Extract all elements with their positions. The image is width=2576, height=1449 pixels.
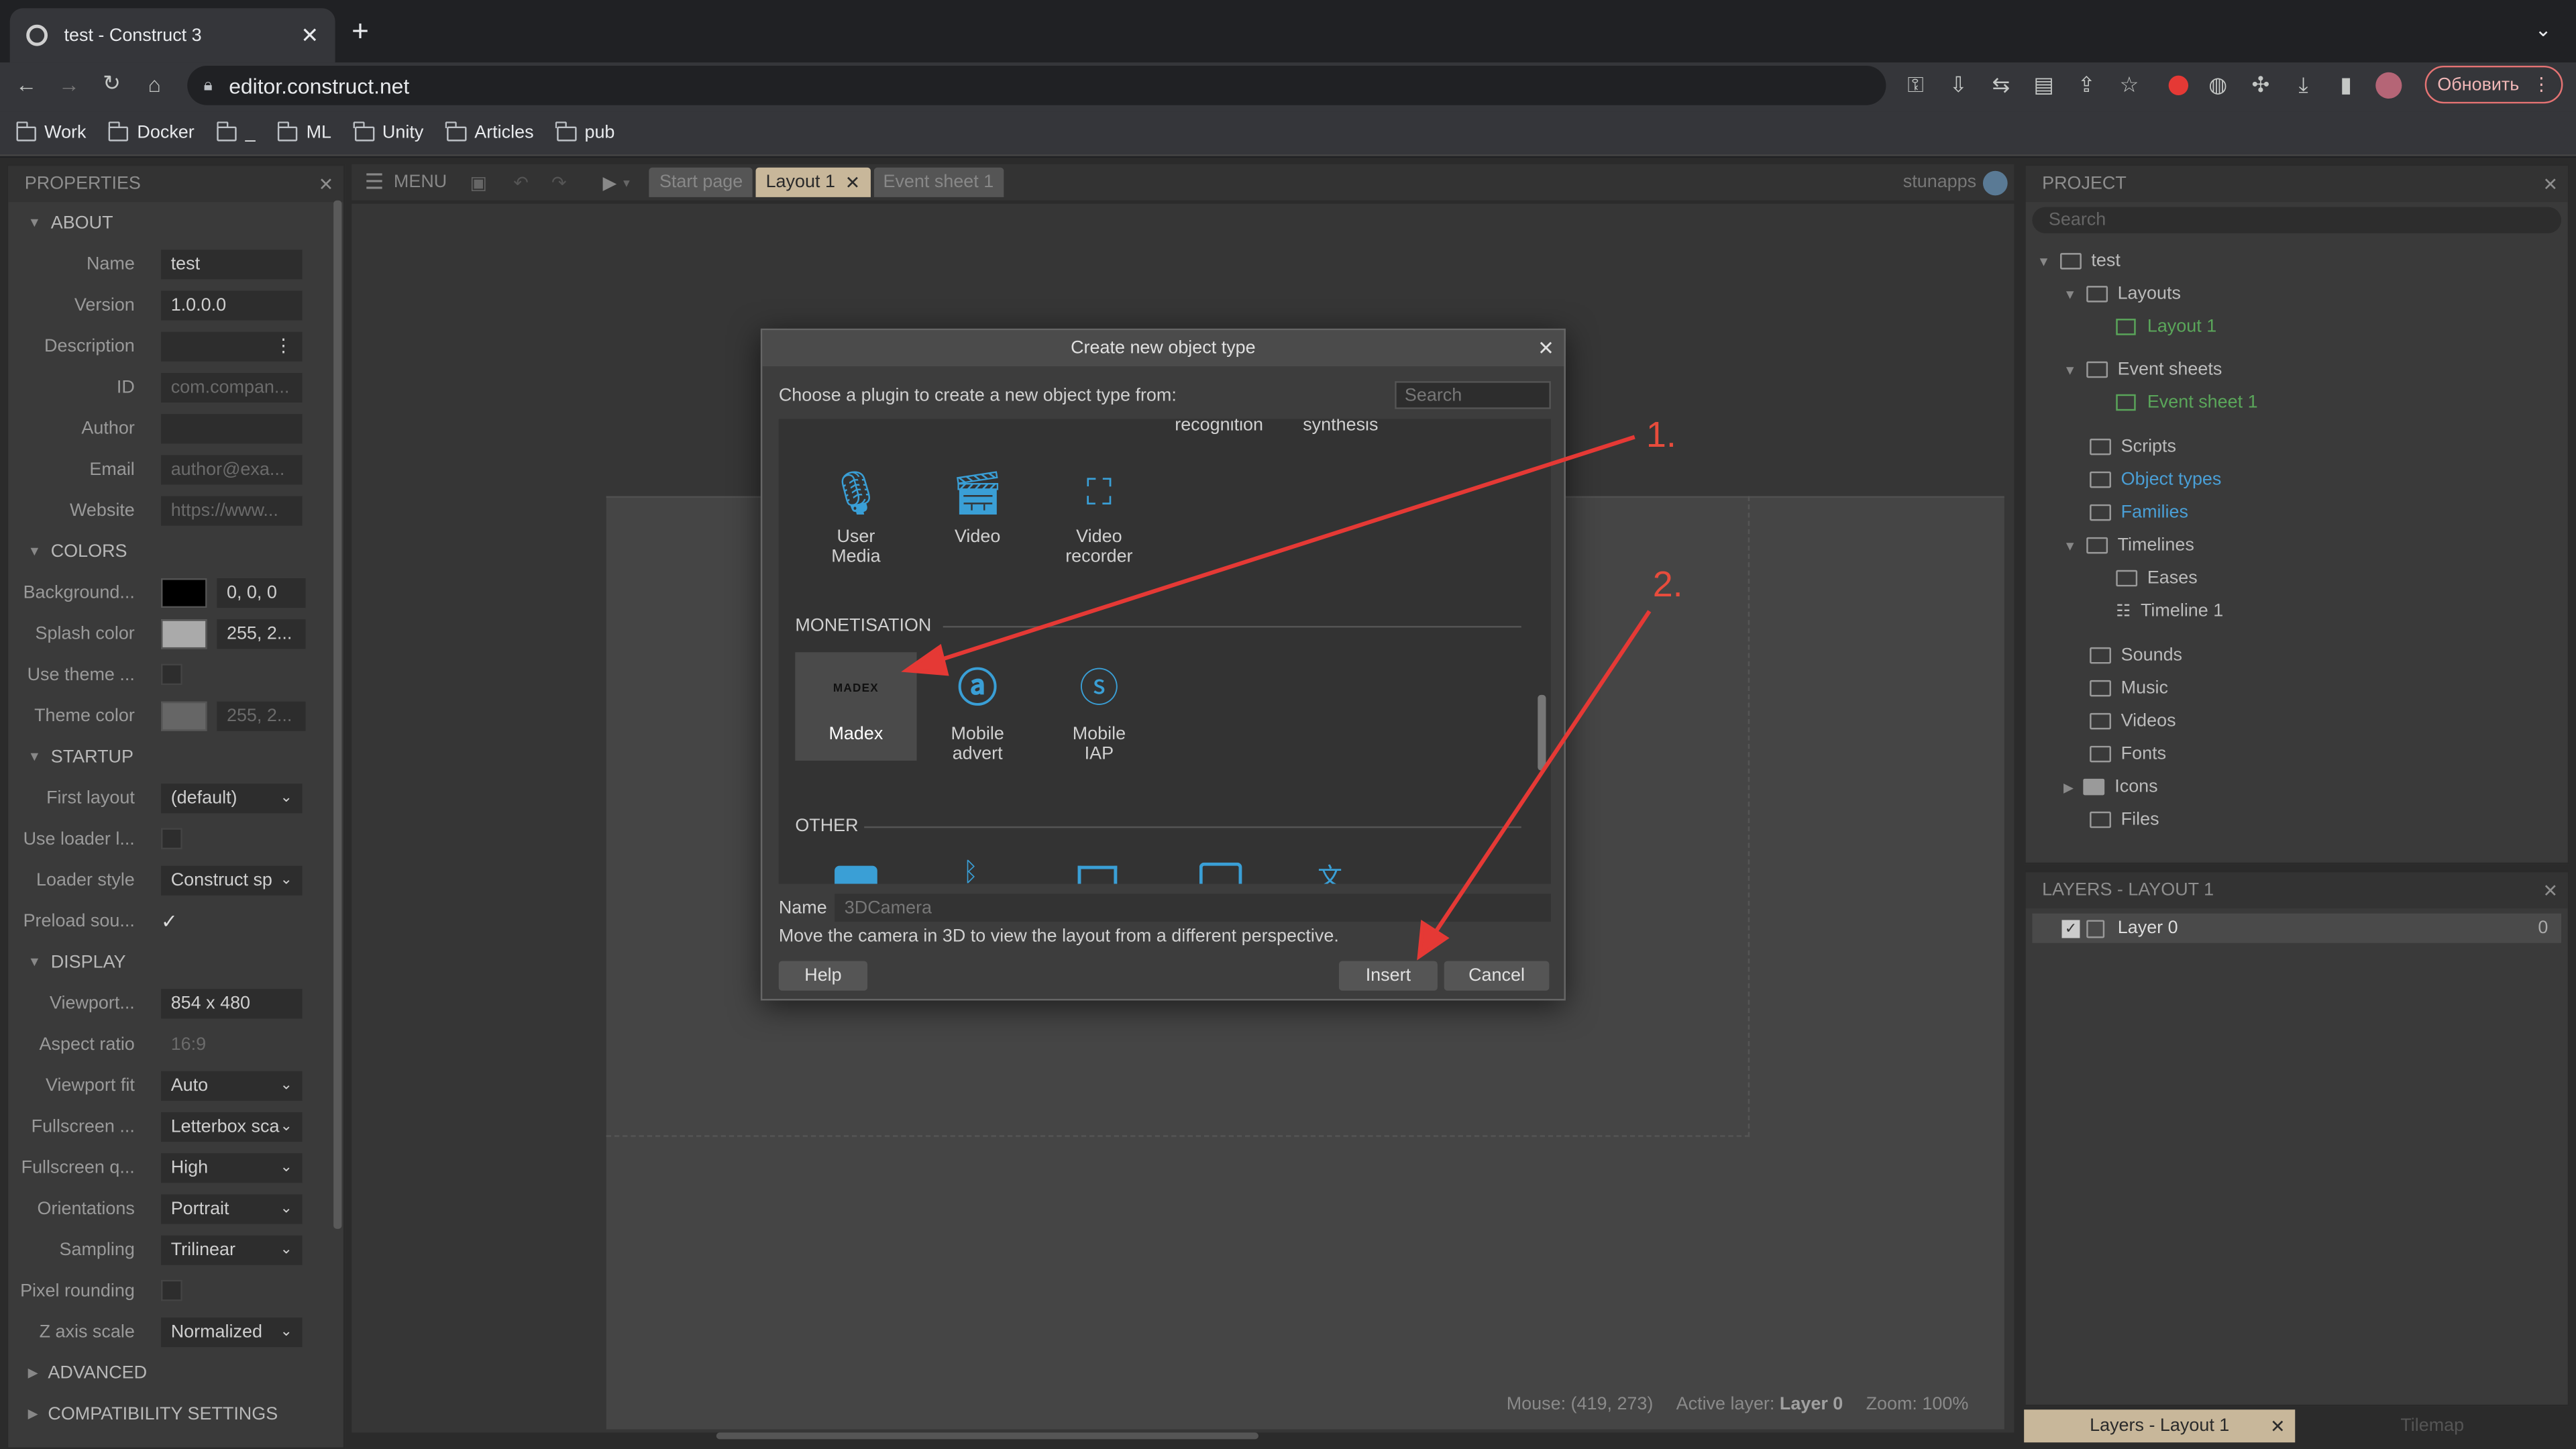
arrow-2-line <box>1430 610 1652 938</box>
arrow-1-head <box>901 643 949 676</box>
arrow-2-head <box>1417 920 1450 961</box>
arrow-1-line <box>932 435 1635 664</box>
annotation-step-1: 1. <box>1646 414 1676 455</box>
annotation-step-2: 2. <box>1652 564 1683 605</box>
annotation-arrows <box>901 435 1652 961</box>
